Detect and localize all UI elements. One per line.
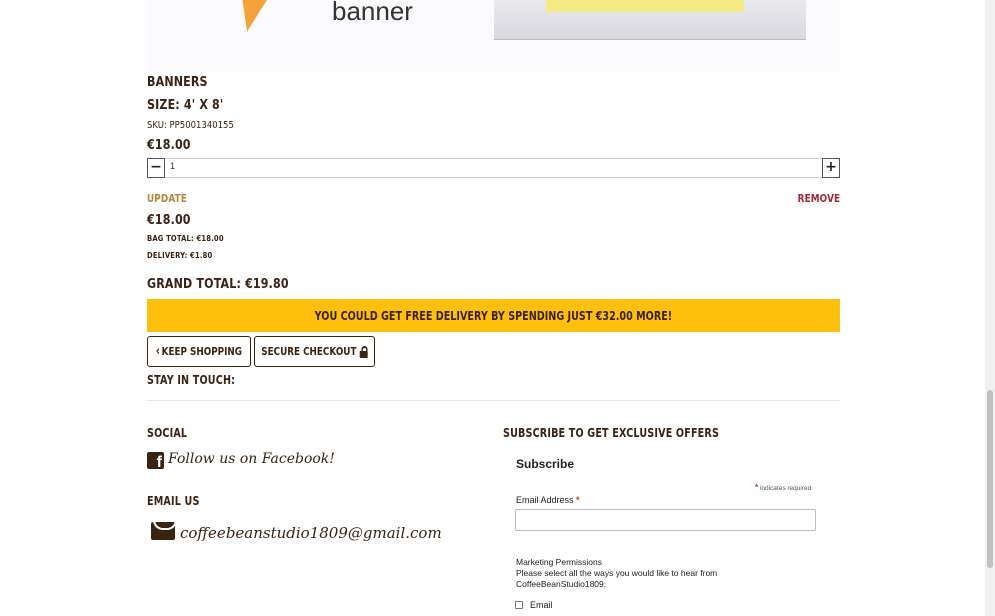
banner-graphic-fill [546,0,744,12]
quantity-input[interactable]: 1 [170,161,175,171]
scrollbar[interactable] [985,0,995,616]
banner-graphic-shape [233,0,269,35]
required-asterisk: * [755,483,759,492]
email-permission-label: Email [530,600,553,610]
product-price: €18.00 [147,138,191,153]
free-delivery-message: YOU COULD GET FREE DELIVERY BY SPENDING … [314,309,673,323]
email-required-asterisk: * [576,495,580,505]
subscribe-heading: SUBSCRIBE TO GET EXCLUSIVE OFFERS [503,426,720,440]
free-delivery-banner: YOU COULD GET FREE DELIVERY BY SPENDING … [147,299,840,332]
email-us-heading: EMAIL US [147,494,200,508]
scrollbar-thumb[interactable] [987,390,993,568]
increase-quantity-button[interactable]: + [822,158,840,178]
stay-in-touch-heading: STAY IN TOUCH: [147,373,236,387]
lock-icon [359,346,368,358]
email-address-label-text: Email Address [516,495,574,505]
secure-checkout-label: SECURE CHECKOUT [261,345,357,358]
subscribe-form-title: Subscribe [516,457,575,471]
envelope-icon[interactable] [151,522,175,540]
email-address-field[interactable] [515,509,816,531]
line-subtotal: €18.00 [147,213,191,228]
divider [147,400,840,401]
product-image: banner [147,0,840,72]
product-size: SIZE: 4' X 8' [147,98,224,113]
email-link[interactable]: coffeebeanstudio1809@gmail.com [180,524,442,542]
product-name: BANNERS [147,75,208,90]
decrease-quantity-button[interactable]: − [147,158,165,178]
facebook-icon[interactable]: f [147,452,164,469]
delivery-cost: DELIVERY: €1.80 [147,251,213,260]
banner-graphic-frame [494,0,806,40]
keep-shopping-button[interactable]: ‹ KEEP SHOPPING [147,336,251,367]
email-permission-checkbox[interactable] [515,601,523,609]
remove-link[interactable]: REMOVE [797,192,840,205]
required-note: * indicates required [755,483,811,492]
social-heading: SOCIAL [147,426,188,440]
bag-total: BAG TOTAL: €18.00 [147,234,224,243]
secure-checkout-button[interactable]: SECURE CHECKOUT [254,336,375,367]
facebook-link[interactable]: Follow us on Facebook! [168,451,335,467]
quantity-stepper: − 1 + [147,158,840,178]
required-note-text: indicates required [759,485,812,492]
grand-total: GRAND TOTAL: €19.80 [147,277,289,292]
chevron-left-icon: ‹ [155,344,161,359]
product-image-text: banner [332,0,413,26]
update-link[interactable]: UPDATE [147,192,187,205]
product-sku: SKU: PP5001340155 [147,120,234,131]
marketing-permissions-text: Please select all the ways you would lik… [516,568,718,589]
marketing-permissions: Marketing Permissions Please select all … [516,557,756,590]
email-address-label: Email Address * [516,495,580,505]
keep-shopping-label: KEEP SHOPPING [161,345,243,358]
marketing-permissions-title: Marketing Permissions [516,557,602,567]
